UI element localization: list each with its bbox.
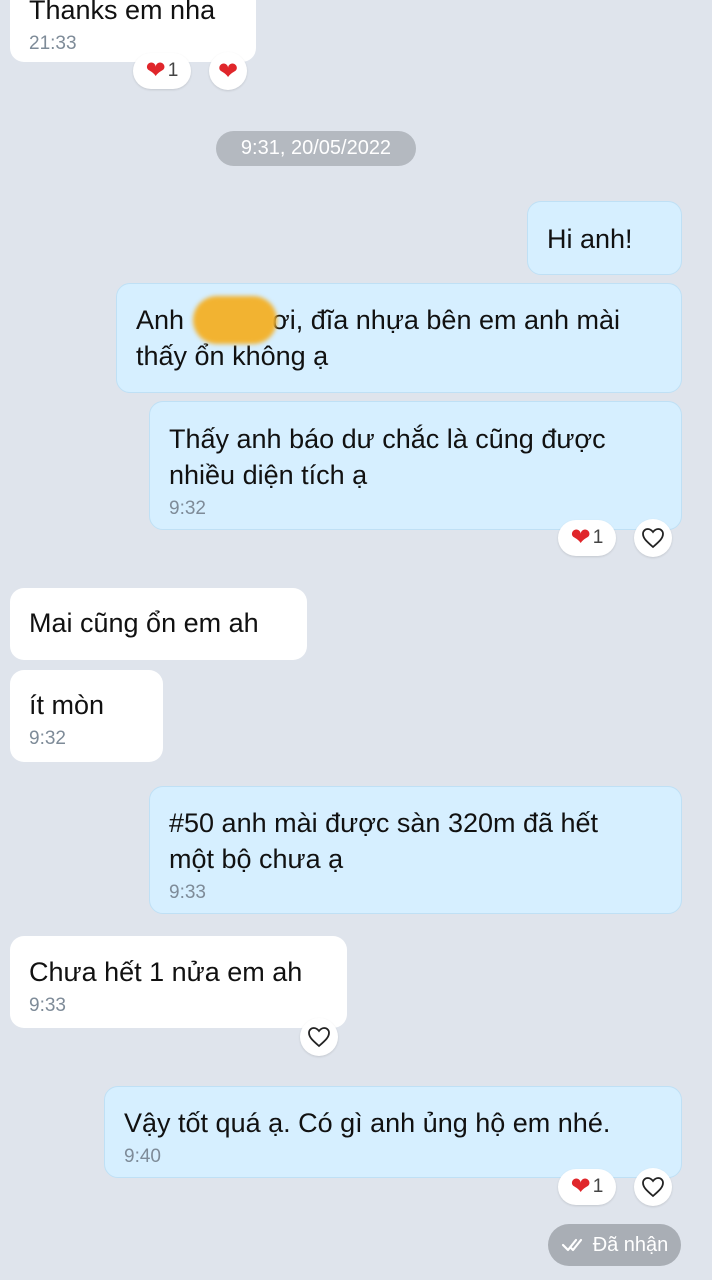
message-time: 9:32: [169, 498, 206, 519]
double-check-icon: [561, 1238, 582, 1252]
react-heart-button[interactable]: [634, 1168, 672, 1206]
message-text: Mai cũng ổn em ah: [29, 608, 259, 638]
message-bubble-outgoing[interactable]: Hi anh!: [527, 201, 682, 275]
heart-red-icon: ❤: [145, 57, 166, 84]
message-text: Anh: [136, 305, 185, 335]
heart-red-icon: ❤: [570, 1173, 591, 1200]
message-text: ít mòn: [29, 690, 105, 720]
reaction-pill[interactable]: ❤ 1: [133, 53, 191, 89]
message-text: Thanks em nha: [29, 0, 216, 25]
react-heart-button[interactable]: [634, 519, 672, 557]
message-bubble-incoming[interactable]: ít mòn 9:32: [10, 670, 163, 762]
reaction-count: 1: [592, 1176, 604, 1197]
heart-outline-icon: [642, 528, 664, 549]
message-bubble-outgoing[interactable]: Thấy anh báo dư chắc là cũng được nhiều …: [149, 401, 682, 530]
message-bubble-outgoing[interactable]: Vậy tốt quá ạ. Có gì anh ủng hộ em nhé. …: [104, 1086, 682, 1178]
message-time: 9:33: [29, 995, 66, 1016]
heart-outline-icon: [308, 1027, 330, 1048]
message-bubble-incoming[interactable]: Chưa hết 1 nửa em ah 9:33: [10, 936, 347, 1028]
heart-red-icon: ❤: [217, 57, 239, 85]
delivery-status-label: Đã nhận: [592, 1233, 669, 1256]
date-separator: 9:31, 20/05/2022: [216, 131, 416, 166]
message-time: 9:33: [169, 882, 206, 903]
redaction-scribble: [193, 296, 277, 344]
reaction-count: 1: [167, 60, 179, 81]
message-time: 9:32: [29, 728, 66, 749]
reaction-count: 1: [592, 527, 604, 548]
message-text: Hi anh!: [547, 224, 633, 254]
reaction-pill[interactable]: ❤ 1: [558, 520, 616, 556]
message-bubble-outgoing[interactable]: #50 anh mài được sàn 320m đã hết một bộ …: [149, 786, 682, 914]
message-text: #50 anh mài được sàn 320m đã hết: [169, 808, 599, 838]
react-heart-button[interactable]: [300, 1018, 338, 1056]
message-time: 21:33: [29, 33, 77, 54]
delivery-status-badge: Đã nhận: [548, 1224, 681, 1266]
message-bubble-incoming[interactable]: Thanks em nha 21:33: [10, 0, 256, 62]
react-heart-button[interactable]: ❤: [209, 52, 247, 90]
message-text: Vậy tốt quá ạ. Có gì anh ủng hộ em nhé.: [124, 1108, 611, 1138]
message-text: Chưa hết 1 nửa em ah: [29, 957, 303, 987]
message-text: nhiều diện tích ạ: [169, 460, 368, 490]
message-time: 9:40: [124, 1146, 161, 1167]
message-text: ơi, đĩa nhựa bên em anh mài: [272, 305, 621, 335]
message-text: một bộ chưa ạ: [169, 844, 344, 874]
message-text: Thấy anh báo dư chắc là cũng được: [169, 424, 606, 454]
heart-red-icon: ❤: [570, 524, 591, 551]
reaction-pill[interactable]: ❤ 1: [558, 1169, 616, 1205]
message-bubble-incoming[interactable]: Mai cũng ổn em ah: [10, 588, 307, 660]
heart-outline-icon: [642, 1177, 664, 1198]
